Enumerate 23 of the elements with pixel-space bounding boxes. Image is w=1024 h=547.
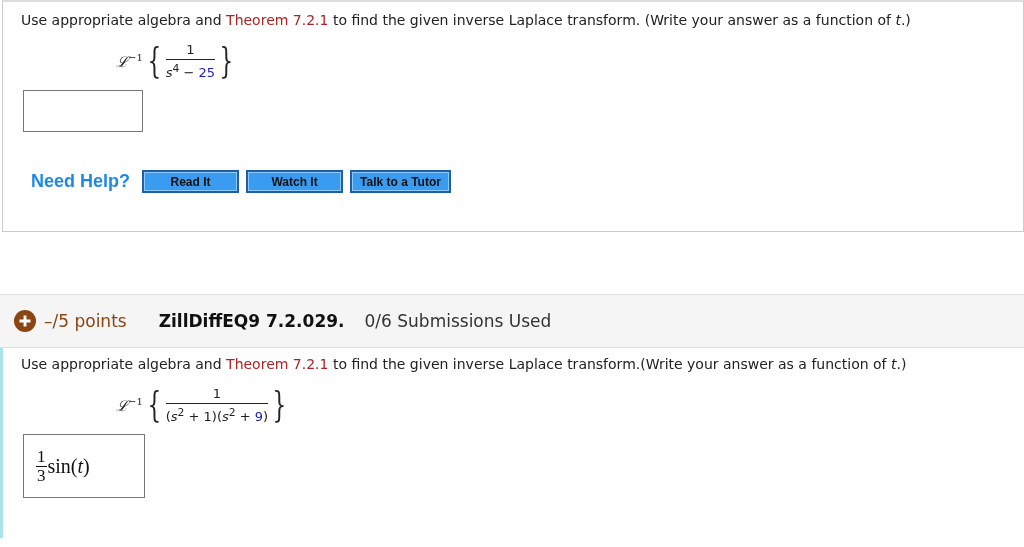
help-button[interactable]: Talk to a Tutor xyxy=(350,170,451,194)
help-button[interactable]: Read It xyxy=(142,170,240,194)
question-text: Use appropriate algebra and Theorem 7.2.1 to find the given inverse Laplace transform. (Write your answer as a function of t.) xyxy=(21,11,912,30)
numerator: 1 xyxy=(165,386,269,404)
submissions-count: 0/6 Submissions Used xyxy=(364,311,552,331)
right-brace: } xyxy=(219,43,234,80)
problem-code: ZillDiffEQ9 7.2.029. xyxy=(158,311,345,331)
plus-circle-icon[interactable] xyxy=(14,310,36,332)
need-help-label: Need Help? xyxy=(31,171,131,193)
left-brace: { xyxy=(147,387,162,424)
right-brace: } xyxy=(272,387,287,424)
question-text: Use appropriate algebra and Theorem 7.2.1 to find the given inverse Laplace transform.(Write your answer as a function of t.) xyxy=(21,355,908,374)
numerator: 1 xyxy=(165,42,216,60)
theorem-link[interactable]: Theorem 7.2.1 xyxy=(226,356,329,372)
denominator: (s$^{2}$ + 1)(s$^{2}$ + 9) xyxy=(165,405,269,425)
theorem-link[interactable]: Theorem 7.2.1 xyxy=(226,12,329,28)
answer-field[interactable] xyxy=(23,90,143,133)
laplace-operator: ℒ$^{−1}$ xyxy=(116,51,143,72)
left-brace: { xyxy=(147,43,162,80)
denominator: s$^{4}$ − 25 xyxy=(165,61,216,81)
points-label: –/5 points xyxy=(44,311,127,331)
laplace-operator: ℒ$^{−1}$ xyxy=(116,395,143,416)
help-button[interactable]: Watch It xyxy=(246,170,344,194)
